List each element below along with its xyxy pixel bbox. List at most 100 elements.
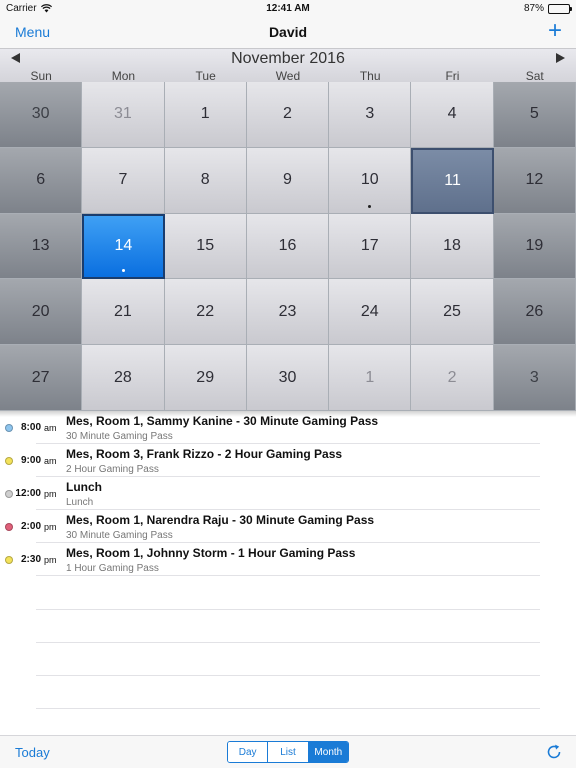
month-header: November 2016 Sun Mon Tue Wed Thu Fri Sat — [0, 48, 576, 82]
day-cell[interactable]: 24 — [329, 279, 412, 346]
day-cell[interactable]: 1 — [164, 82, 247, 148]
day-cell[interactable]: 5 — [493, 82, 576, 148]
day-number: 5 — [529, 105, 539, 123]
day-cell[interactable]: 17 — [329, 213, 412, 280]
day-number: 31 — [114, 105, 132, 123]
day-cell[interactable]: 10 — [329, 147, 412, 214]
day-cell[interactable]: 12 — [493, 147, 576, 214]
day-number: 6 — [36, 171, 46, 189]
event-time: 12:00 — [15, 488, 41, 499]
bottom-toolbar: Today Day List Month — [0, 735, 576, 768]
view-month-button[interactable]: Month — [308, 742, 348, 762]
day-number: 22 — [196, 302, 215, 320]
event-title: Mes, Room 1, Narendra Raju - 30 Minute G… — [66, 513, 375, 527]
day-cell[interactable]: 20 — [0, 279, 83, 346]
app-window: Carrier 12:41 AM 87% Menu David + Novemb… — [0, 0, 576, 768]
empty-row-divider — [36, 708, 540, 709]
event-subtitle: 30 Minute Gaming Pass — [66, 431, 173, 442]
day-cell[interactable]: 4 — [411, 82, 494, 148]
event-subtitle: 30 Minute Gaming Pass — [66, 530, 173, 541]
event-row[interactable]: 2:00 pm Mes, Room 1, Narendra Raju - 30 Mi… — [0, 510, 576, 543]
weekday-label: Thu — [359, 69, 381, 83]
weekday-label: Tue — [195, 69, 216, 83]
view-list-button[interactable]: List — [268, 742, 309, 762]
day-cell[interactable]: 3 — [493, 345, 576, 411]
day-number: 8 — [200, 171, 210, 189]
event-title: Mes, Room 1, Sammy Kanine - 30 Minute Ga… — [66, 414, 379, 428]
event-row[interactable]: 2:30 pm Mes, Room 1, Johnny Storm - 1 Hour… — [0, 543, 576, 576]
day-cell[interactable]: 13 — [0, 213, 83, 280]
day-number: 20 — [31, 302, 50, 320]
day-cell[interactable]: 15 — [164, 213, 247, 280]
event-row[interactable]: 8:00 am Mes, Room 1, Sammy Kanine - 30 Min… — [0, 411, 576, 444]
day-number: 9 — [283, 171, 292, 189]
event-ampm: pm — [44, 489, 57, 499]
today-button[interactable]: Today — [15, 745, 50, 760]
view-day-button[interactable]: Day — [228, 742, 269, 762]
day-number: 30 — [278, 368, 297, 386]
day-cell[interactable]: 25 — [411, 279, 494, 346]
day-cell[interactable]: 6 — [0, 147, 83, 214]
weekday-header: Sun Mon Tue Wed Thu Fri Sat — [0, 70, 576, 82]
next-month-icon[interactable] — [556, 53, 565, 63]
day-number: 4 — [447, 105, 457, 123]
day-cell[interactable]: 23 — [246, 279, 330, 346]
event-color-dot — [5, 457, 13, 465]
day-number: 11 — [444, 171, 461, 189]
battery-percent: 87% — [523, 3, 544, 14]
event-title: Mes, Room 3, Frank Rizzo - 2 Hour Gaming… — [66, 447, 343, 461]
day-cell[interactable]: 9 — [246, 147, 330, 214]
empty-row-divider — [36, 675, 540, 676]
event-subtitle: Lunch — [66, 497, 94, 508]
day-cell[interactable]: 26 — [493, 279, 576, 346]
day-number: 14 — [114, 237, 133, 255]
event-title: Lunch — [66, 480, 102, 494]
day-cell[interactable]: 29 — [164, 345, 247, 411]
event-color-dot — [5, 556, 13, 564]
day-cell[interactable]: 21 — [82, 279, 165, 346]
month-title: November 2016 — [231, 50, 345, 67]
event-row[interactable]: 9:00 am Mes, Room 3, Frank Rizzo - 2 Hour … — [0, 444, 576, 477]
day-cell[interactable]: 30 — [0, 82, 83, 148]
day-cell[interactable]: 30 — [246, 345, 330, 411]
weekday-label: Mon — [111, 69, 136, 83]
event-time: 2:30 — [20, 554, 41, 565]
day-cell[interactable]: 16 — [246, 213, 330, 280]
day-cell-today[interactable]: 14 — [82, 213, 165, 280]
event-row[interactable]: 12:00 pm Lunch Lunch — [0, 477, 576, 510]
empty-row-divider — [36, 609, 540, 610]
day-cell[interactable]: 2 — [411, 345, 494, 411]
day-cell[interactable]: 31 — [82, 82, 165, 148]
event-ampm: pm — [44, 522, 57, 532]
day-cell[interactable]: 3 — [329, 82, 412, 148]
menu-button[interactable]: Menu — [15, 24, 50, 40]
weekday-label: Fri — [445, 69, 460, 83]
day-number: 1 — [365, 368, 375, 386]
day-number: 1 — [200, 105, 210, 123]
day-cell-selected[interactable]: 11 — [411, 147, 494, 214]
day-cell[interactable]: 18 — [411, 213, 494, 280]
day-cell[interactable]: 19 — [493, 213, 576, 280]
day-cell[interactable]: 27 — [0, 345, 83, 411]
day-number: 2 — [447, 368, 457, 386]
battery-indicator: 87% — [523, 3, 572, 14]
day-number: 15 — [196, 236, 215, 254]
day-cell[interactable]: 28 — [82, 345, 165, 411]
event-ampm: am — [44, 423, 57, 433]
day-cell[interactable]: 2 — [246, 82, 330, 148]
day-cell[interactable]: 8 — [164, 147, 247, 214]
day-number: 28 — [114, 368, 132, 386]
day-number: 12 — [525, 171, 544, 189]
event-time: 9:00 — [20, 455, 41, 466]
day-number: 3 — [529, 368, 539, 386]
day-number: 19 — [525, 236, 544, 254]
day-cell[interactable]: 7 — [82, 147, 165, 214]
weekday-label: Wed — [275, 69, 301, 83]
day-number: 7 — [118, 171, 128, 189]
day-cell[interactable]: 22 — [164, 279, 247, 346]
add-event-button[interactable]: + — [548, 19, 562, 43]
day-cell[interactable]: 1 — [329, 345, 412, 411]
day-number: 26 — [525, 302, 544, 320]
refresh-icon[interactable] — [545, 743, 563, 761]
day-number: 29 — [196, 368, 215, 386]
